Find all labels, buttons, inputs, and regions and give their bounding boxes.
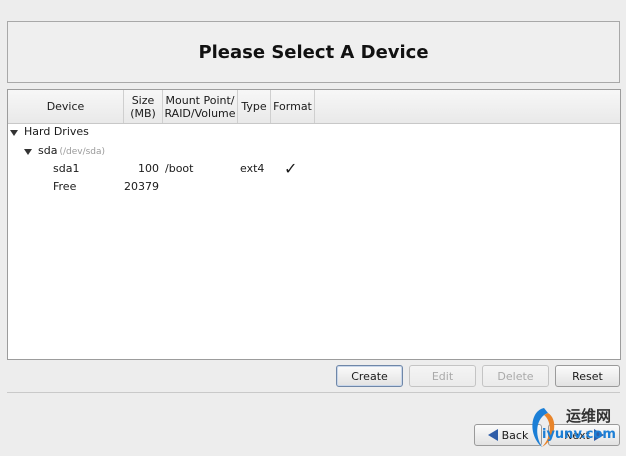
column-size-label: Size (131, 93, 155, 107)
reset-label: Reset (572, 369, 603, 383)
reset-button[interactable]: Reset (555, 365, 620, 387)
expander-down-icon[interactable] (24, 149, 32, 155)
page-header: Please Select A Device (7, 21, 620, 83)
format-check-icon: ✓ (284, 159, 298, 178)
create-label: Create (351, 369, 388, 383)
table-row[interactable]: sda1 100 /boot ext4 ✓ (8, 161, 620, 177)
column-header-bar: Device Size (MB) Mount Point/ RAID/Volum… (8, 90, 620, 124)
group-label: Hard Drives (24, 125, 89, 138)
create-button[interactable]: Create (336, 365, 403, 387)
column-device[interactable]: Device (8, 90, 124, 123)
page-title: Please Select A Device (198, 41, 429, 63)
fs-type: ext4 (240, 162, 265, 175)
column-type-label: Type (241, 100, 267, 113)
watermark-url: iyunv.com (542, 427, 616, 442)
watermark-text: 运维网 (566, 407, 612, 425)
device-tree[interactable]: Device Size (MB) Mount Point/ RAID/Volum… (7, 89, 621, 360)
delete-button[interactable]: Delete (482, 365, 549, 387)
column-size-unit: (MB) (130, 106, 156, 120)
edit-label: Edit (431, 369, 454, 383)
column-format-label: Format (273, 100, 312, 113)
arrow-left-icon (487, 429, 498, 441)
edit-button[interactable]: Edit (409, 365, 476, 387)
disk-path: (/dev/sda) (59, 147, 106, 157)
tree-row-sda[interactable]: sda (/dev/sda) (8, 143, 620, 159)
watermark: 运维网 iyunv.com (522, 405, 620, 453)
delete-label: Delete (497, 369, 534, 383)
column-mount-label: Mount Point/ (165, 93, 235, 107)
device-size: 20379 (124, 180, 159, 193)
table-row[interactable]: Free 20379 (8, 179, 620, 195)
mount-point: /boot (165, 162, 194, 175)
disk-label: sda (38, 144, 58, 157)
column-mount-label-2: RAID/Volume (164, 106, 236, 120)
column-format[interactable]: Format (271, 90, 315, 123)
tree-row-hard-drives[interactable]: Hard Drives (8, 124, 620, 140)
expander-down-icon[interactable] (10, 130, 18, 136)
separator (7, 392, 620, 393)
device-name: sda1 (53, 162, 80, 175)
device-size: 100 (138, 162, 159, 175)
column-device-label: Device (46, 100, 85, 113)
column-type[interactable]: Type (238, 90, 271, 123)
column-size[interactable]: Size (MB) (124, 90, 163, 123)
column-mount-point[interactable]: Mount Point/ RAID/Volume (163, 90, 238, 123)
device-name: Free (53, 180, 77, 193)
